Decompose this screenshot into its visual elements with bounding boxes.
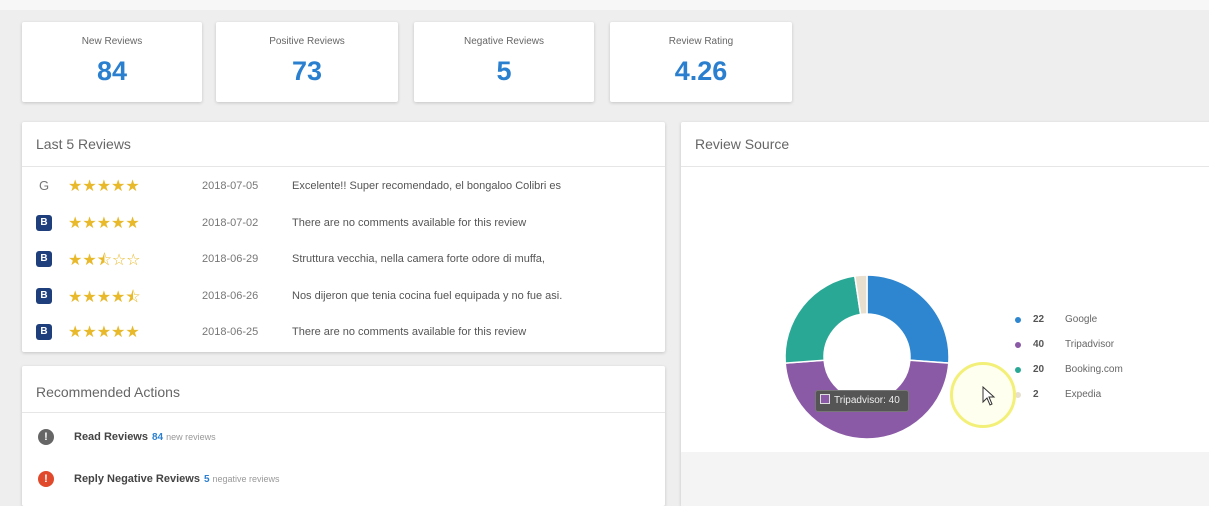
alert-icon: !: [38, 471, 54, 487]
stat-value: 73: [291, 56, 323, 86]
last-reviews-panel: Last 5 Reviews G ★★★★★ 2018-07-05 Excele…: [22, 122, 665, 352]
stat-value: 84: [96, 56, 128, 86]
review-row[interactable]: G ★★★★★ 2018-07-05 Excelente!! Super rec…: [36, 175, 676, 197]
panel-title: Last 5 Reviews: [36, 136, 131, 152]
divider: [22, 166, 665, 167]
action-read-reviews[interactable]: ! Read Reviews 84 new reviews: [36, 428, 636, 450]
star-rating: ★★⯪☆☆: [68, 252, 141, 269]
stat-card-negative-reviews[interactable]: Negative Reviews 5: [414, 22, 594, 102]
star-rating: ★★★★★: [68, 215, 140, 232]
review-source-donut-chart[interactable]: [780, 275, 955, 440]
review-text: Nos dijeron que tenia cocina fuel equipa…: [292, 290, 563, 302]
booking-icon: B: [36, 288, 52, 304]
legend-name: Tripadvisor: [1065, 339, 1115, 350]
review-text: There are no comments available for this…: [292, 326, 527, 338]
stat-label: Negative Reviews: [463, 36, 545, 47]
legend-count: 22: [1033, 314, 1045, 325]
action-reply-negative[interactable]: ! Reply Negative Reviews 5 negative review…: [36, 470, 636, 492]
legend-name: Google: [1065, 314, 1098, 325]
panel-title: Review Source: [695, 136, 790, 152]
booking-icon: B: [36, 324, 52, 340]
action-count: 84: [151, 432, 164, 443]
review-text: Excelente!! Super recomendado, el bongal…: [292, 180, 562, 192]
review-row[interactable]: B ★★⯪☆☆ 2018-06-29 Struttura vecchia, ne…: [36, 248, 676, 270]
chart-tooltip: Tripadvisor: 40: [815, 390, 909, 412]
review-row[interactable]: B ★★★★⯪ 2018-06-26 Nos dijeron que tenia…: [36, 285, 676, 307]
legend-dot: [1015, 367, 1021, 373]
booking-icon: B: [36, 251, 52, 267]
recommended-actions-panel: Recommended Actions ! Read Reviews 84 new …: [22, 366, 665, 506]
legend-name: Expedia: [1065, 389, 1102, 400]
action-suffix: negative reviews: [212, 474, 280, 484]
stat-card-positive-reviews[interactable]: Positive Reviews 73: [216, 22, 398, 102]
divider: [681, 166, 1209, 167]
legend-name: Booking.com: [1065, 364, 1123, 375]
stat-value: 4.26: [674, 56, 728, 86]
top-bar: [0, 0, 1209, 10]
legend-count: 2: [1033, 389, 1039, 400]
stat-label: Positive Reviews: [269, 36, 345, 47]
panel-title: Recommended Actions: [36, 384, 180, 400]
action-text: Reply Negative Reviews 5 negative reviews: [74, 473, 280, 485]
action-text: Read Reviews 84 new reviews: [74, 431, 216, 443]
stat-card-review-rating[interactable]: Review Rating 4.26: [610, 22, 792, 102]
donut-slice-google[interactable]: [866, 275, 950, 364]
tooltip-text: Tripadvisor: 40: [834, 395, 900, 406]
divider: [22, 412, 665, 413]
review-text: Struttura vecchia, nella camera forte od…: [292, 253, 545, 265]
info-icon: !: [38, 429, 54, 445]
star-rating: ★★★★⯪: [68, 289, 141, 306]
donut-slice-booking-com[interactable]: [784, 275, 862, 364]
action-suffix: new reviews: [166, 432, 216, 442]
panel-footer: [681, 452, 1209, 506]
stat-value: 5: [496, 56, 512, 86]
tooltip-swatch: [820, 394, 830, 404]
stat-label: New Reviews: [81, 36, 143, 47]
review-date: 2018-07-02: [202, 217, 259, 229]
stat-label: Review Rating: [668, 36, 734, 47]
legend-dot: [1015, 317, 1021, 323]
star-rating: ★★★★★: [68, 324, 140, 341]
google-icon: G: [38, 178, 50, 193]
action-label: Reply Negative Reviews: [74, 473, 200, 485]
star-rating: ★★★★★: [68, 178, 140, 195]
review-date: 2018-06-25: [202, 326, 259, 338]
legend-count: 40: [1033, 339, 1045, 350]
review-text: There are no comments available for this…: [292, 217, 527, 229]
stat-card-new-reviews[interactable]: New Reviews 84: [22, 22, 202, 102]
mouse-pointer-icon: [982, 386, 996, 406]
review-row[interactable]: B ★★★★★ 2018-07-02 There are no comments…: [36, 212, 676, 234]
review-date: 2018-07-05: [202, 180, 259, 192]
review-date: 2018-06-29: [202, 253, 259, 265]
review-date: 2018-06-26: [202, 290, 259, 302]
booking-icon: B: [36, 215, 52, 231]
legend-count: 20: [1033, 364, 1045, 375]
review-row[interactable]: B ★★★★★ 2018-06-25 There are no comments…: [36, 321, 676, 343]
legend-dot: [1015, 342, 1021, 348]
action-count: 5: [203, 474, 210, 485]
action-label: Read Reviews: [74, 431, 148, 443]
